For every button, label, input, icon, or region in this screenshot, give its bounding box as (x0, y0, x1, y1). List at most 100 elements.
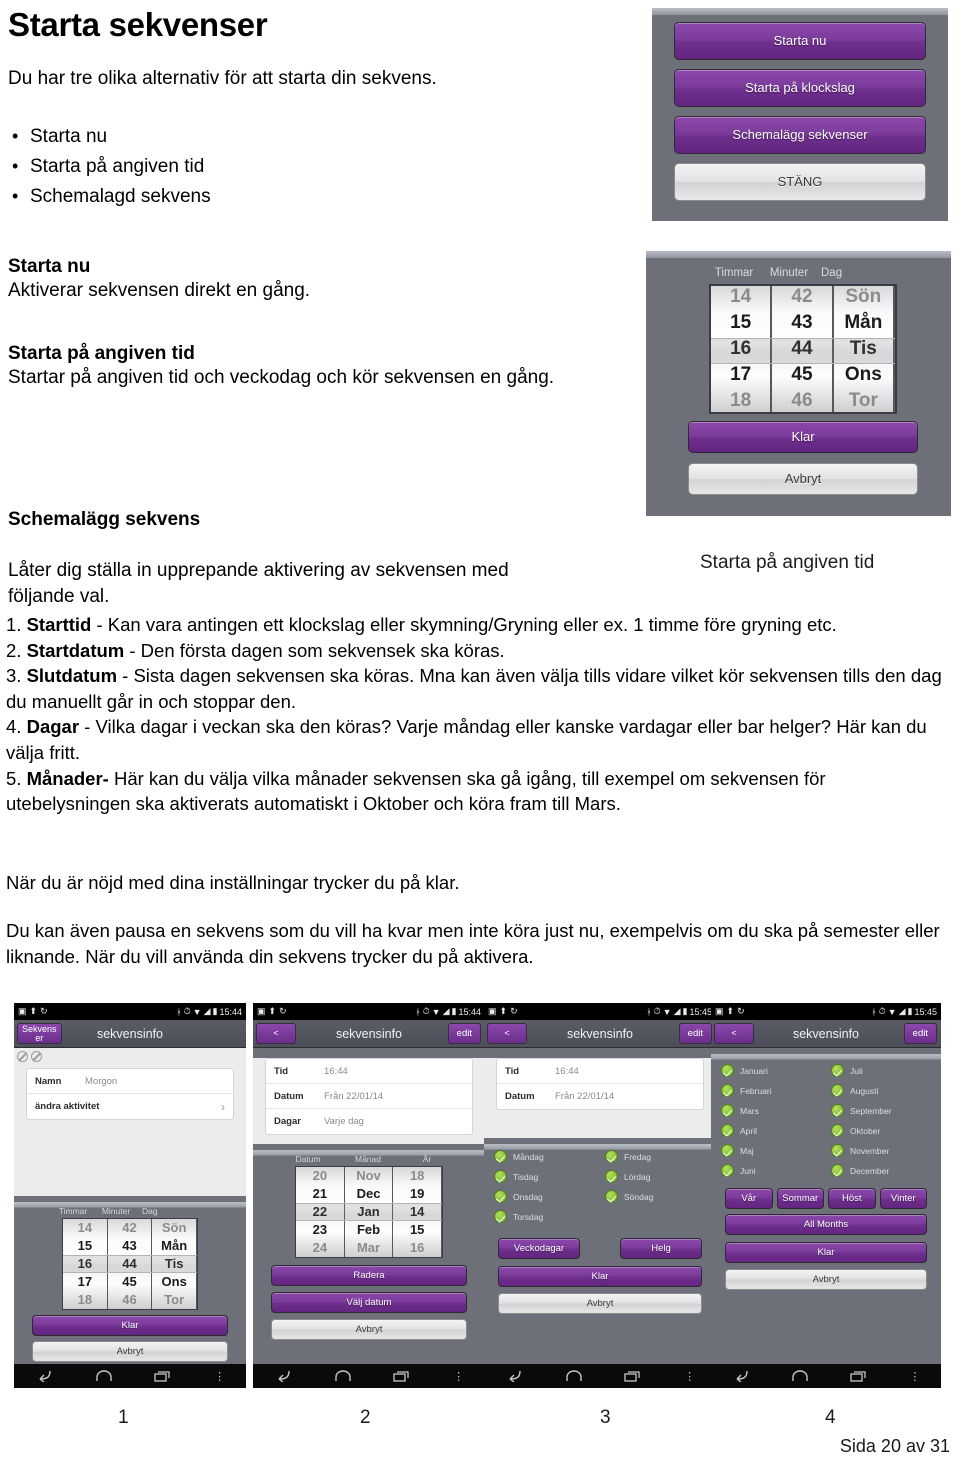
edit-button[interactable]: edit (678, 1023, 712, 1044)
checkbox-juni[interactable]: Juni (721, 1164, 831, 1177)
recents-nav-icon[interactable] (850, 1370, 868, 1382)
table-row[interactable]: Namn Morgon (27, 1069, 233, 1094)
table-row[interactable]: Datum Från 22/01/14 (497, 1084, 703, 1109)
all-months-button[interactable]: All Months (725, 1214, 927, 1235)
done-button[interactable]: Klar (725, 1242, 927, 1263)
status-right-icons: ᚼ ⏱ ▼ ◢ ▮ 15:44 (176, 1006, 242, 1017)
back-nav-icon[interactable] (505, 1370, 523, 1382)
recents-nav-icon[interactable] (624, 1370, 642, 1382)
cancel-button[interactable]: Avbryt (32, 1341, 228, 1362)
start-now-button[interactable]: Starta nu (674, 22, 926, 60)
checkbox-label: Juli (850, 1065, 863, 1076)
checkbox-mars[interactable]: Mars (721, 1104, 831, 1117)
home-nav-icon[interactable] (791, 1370, 809, 1382)
checkbox-friday[interactable]: Fredag (605, 1150, 716, 1163)
checkbox-december[interactable]: December (831, 1164, 941, 1177)
table-row[interactable]: Tid 16:44 (266, 1059, 472, 1084)
checkbox-tuesday[interactable]: Tisdag (494, 1170, 605, 1183)
wheel-value: Tor (164, 1292, 185, 1307)
home-nav-icon[interactable] (95, 1370, 113, 1382)
cancel-button[interactable]: Avbryt (688, 463, 918, 495)
checkbox-juli[interactable]: Juli (831, 1064, 941, 1077)
season-autumn-button[interactable]: Höst (828, 1188, 876, 1209)
bluetooth-icon: ᚼ (415, 1006, 421, 1017)
checkbox-april[interactable]: April (721, 1124, 831, 1137)
weekdays-preset-button[interactable]: Veckodagar (498, 1238, 580, 1259)
home-nav-icon[interactable] (334, 1370, 352, 1382)
checkbox-augusti[interactable]: Augusti (831, 1084, 941, 1097)
checkbox-maj[interactable]: Maj (721, 1144, 831, 1157)
checkbox-thursday[interactable]: Torsdag (494, 1210, 605, 1223)
overflow-menu-icon[interactable]: ⋮ (684, 1370, 695, 1383)
check-icon (605, 1170, 618, 1183)
cancel-button[interactable]: Avbryt (498, 1293, 702, 1314)
alarm-icon: ⏱ (653, 1006, 661, 1016)
checkbox-sunday[interactable]: Söndag (605, 1190, 716, 1203)
back-button[interactable]: Sekvens er (17, 1023, 62, 1044)
weekend-preset-button[interactable]: Helg (620, 1238, 702, 1259)
table-row[interactable]: Dagar Varje dag (266, 1109, 472, 1134)
time-wheel[interactable]: 14 15 16 17 18 42 43 44 45 46 Sön Mån Ti… (709, 284, 897, 414)
checkbox-label: Torsdag (513, 1211, 544, 1222)
checkbox-label: Juni (740, 1165, 756, 1176)
table-row[interactable]: Tid 16:44 (497, 1059, 703, 1084)
checkbox-saturday[interactable]: Lördag (605, 1170, 716, 1183)
wheel-value: 14 (730, 286, 752, 307)
back-nav-icon[interactable] (35, 1370, 53, 1382)
phone-screenshot-3: ▣ ⬆ ↻ ᚼ ⏱ ▼ ◢ ▮ 15:45 < sekvensinfo edit… (484, 1003, 716, 1388)
done-button[interactable]: Klar (498, 1266, 702, 1287)
overflow-menu-icon[interactable]: ⋮ (453, 1370, 464, 1383)
back-button[interactable]: < (487, 1023, 527, 1044)
checkbox-monday[interactable]: Måndag (494, 1150, 605, 1163)
status-left-icons: ▣ ⬆ ↻ (18, 1006, 48, 1017)
start-at-clocktime-button[interactable]: Starta på klockslag (674, 69, 926, 107)
wifi-icon: ▼ (192, 1006, 202, 1017)
label-minutes: Minuter (769, 267, 809, 279)
edit-button[interactable]: edit (447, 1023, 481, 1044)
home-nav-icon[interactable] (565, 1370, 583, 1382)
status-left-icons: ▣ ⬆ ↻ (257, 1006, 287, 1017)
checkbox-november[interactable]: November (831, 1144, 941, 1157)
date-wheel[interactable]: 20 21 22 23 24 Nov Dec Jan Feb Mar 18 19… (295, 1166, 443, 1258)
table-row[interactable]: ändra aktivitet › (27, 1094, 233, 1119)
no-entry-icon (17, 1051, 28, 1062)
wheel-column-day[interactable]: Sön Mån Tis Ons Tor (834, 286, 895, 412)
checkbox-september[interactable]: September (831, 1104, 941, 1117)
checkbox-januari[interactable]: Januari (721, 1064, 831, 1077)
intro-paragraph: Du har tre olika alternativ för att star… (8, 68, 437, 89)
season-spring-button[interactable]: Vår (725, 1188, 773, 1209)
back-button[interactable]: < (714, 1023, 754, 1044)
checkbox-wednesday[interactable]: Onsdag (494, 1190, 605, 1203)
battery-icon: ▮ (907, 1006, 913, 1016)
checkbox-februari[interactable]: Februari (721, 1084, 831, 1097)
overflow-menu-icon[interactable]: ⋮ (909, 1370, 920, 1383)
time-wheel[interactable]: 14 15 16 17 18 42 43 44 45 46 Sön Mån Ti… (62, 1218, 198, 1310)
table-row[interactable]: Datum Från 22/01/14 (266, 1084, 472, 1109)
checkbox-label: Onsdag (513, 1191, 543, 1202)
delete-button[interactable]: Radera (271, 1265, 467, 1286)
page-footer: Sida 20 av 31 (839, 1436, 950, 1456)
season-summer-button[interactable]: Sommar (776, 1188, 824, 1209)
cancel-button[interactable]: Avbryt (271, 1319, 467, 1340)
close-button[interactable]: STÄNG (674, 163, 926, 201)
wheel-value: 43 (122, 1238, 137, 1253)
back-nav-icon[interactable] (732, 1370, 750, 1382)
overflow-menu-icon[interactable]: ⋮ (214, 1370, 225, 1383)
schedule-sequences-button[interactable]: Schemalägg sekvenser (674, 116, 926, 154)
wheel-value: 24 (312, 1240, 328, 1255)
choose-date-button[interactable]: Välj datum (271, 1292, 467, 1313)
done-button[interactable]: Klar (688, 421, 918, 453)
checkbox-oktober[interactable]: Oktober (831, 1124, 941, 1137)
checkbox-label: Söndag (624, 1191, 654, 1202)
wheel-column-minutes[interactable]: 42 43 44 45 46 (772, 286, 834, 412)
cancel-button[interactable]: Avbryt (725, 1269, 927, 1290)
back-button[interactable]: < (256, 1023, 296, 1044)
edit-button[interactable]: edit (903, 1023, 937, 1044)
back-nav-icon[interactable] (274, 1370, 292, 1382)
recents-nav-icon[interactable] (154, 1370, 172, 1382)
recents-nav-icon[interactable] (393, 1370, 411, 1382)
done-button[interactable]: Klar (32, 1315, 228, 1336)
section-starta-nu: Starta nu Aktiverar sekvensen direkt en … (8, 256, 310, 302)
season-winter-button[interactable]: Vinter (879, 1188, 927, 1209)
wheel-column-hours[interactable]: 14 15 16 17 18 (711, 286, 773, 412)
